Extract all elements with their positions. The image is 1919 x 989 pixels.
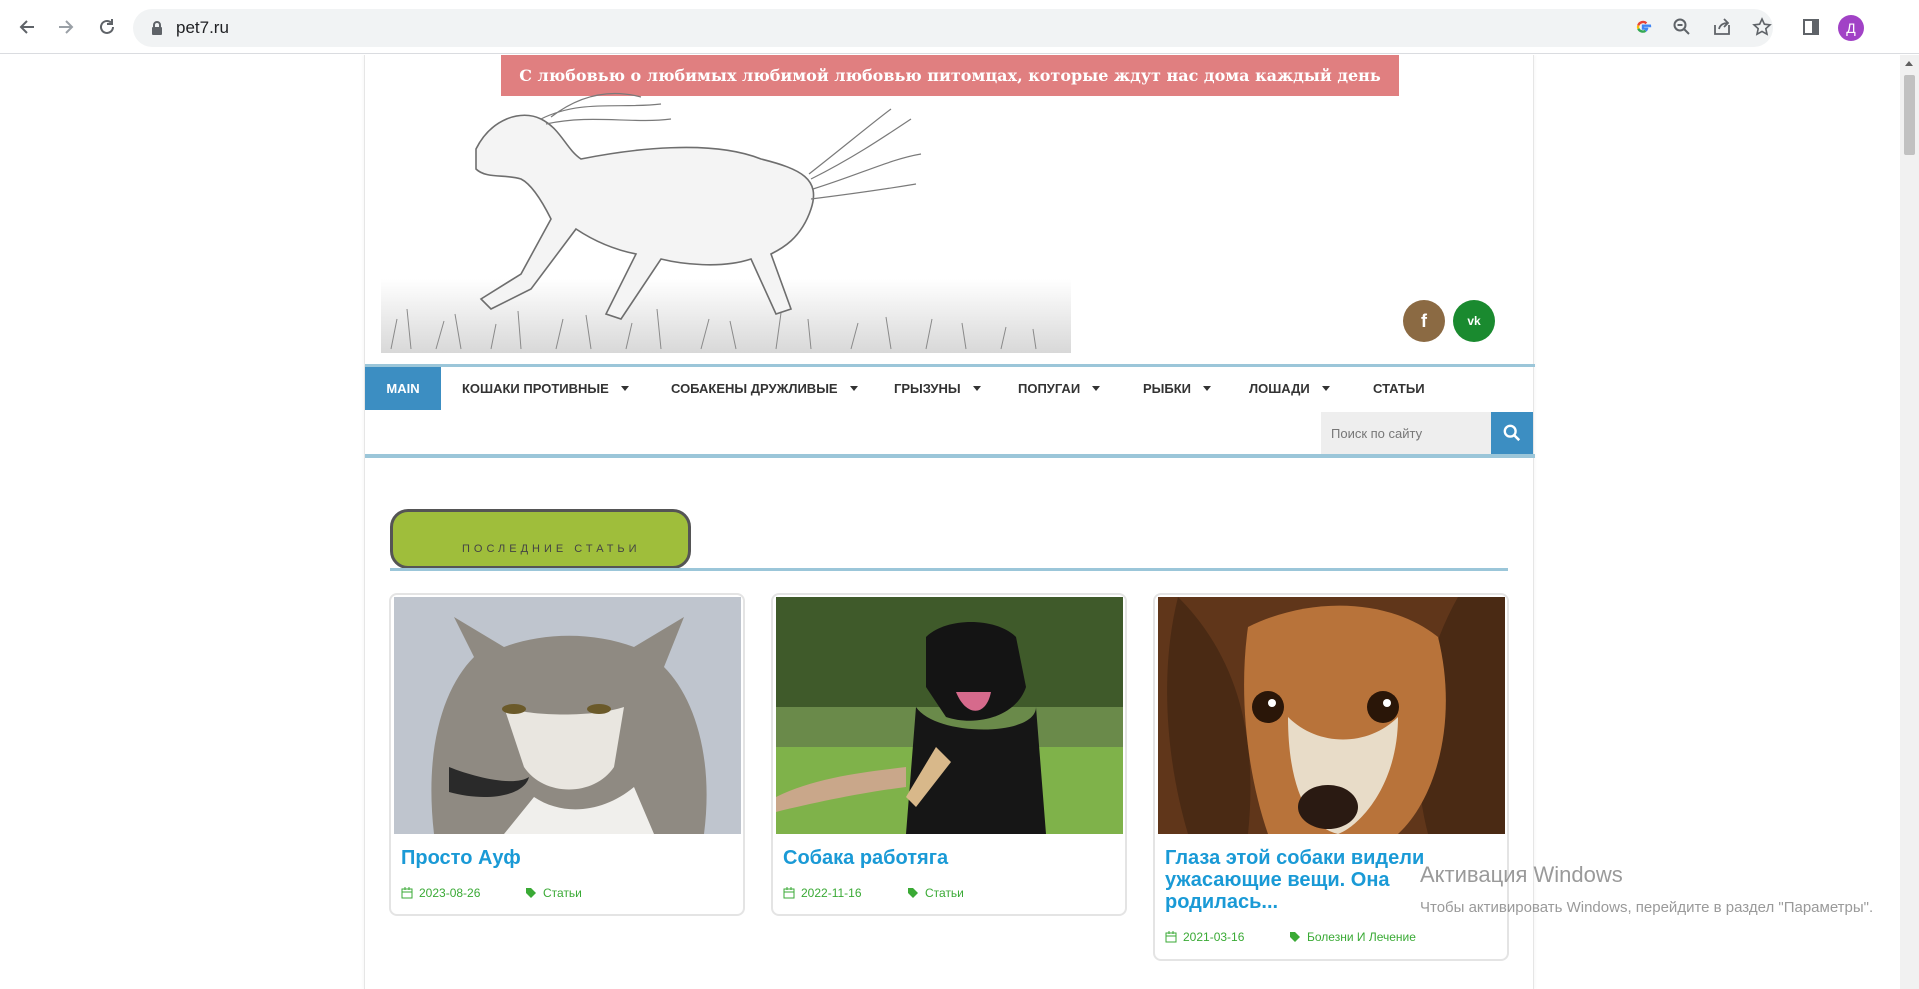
site-container: С любовью о любимых любимой любовью пито…: [364, 55, 1535, 989]
menu-item-dogs[interactable]: СОБАКЕНЫ ДРУЖЛИВЫЕ: [671, 367, 858, 410]
share-icon[interactable]: [1711, 16, 1733, 38]
star-icon[interactable]: [1751, 16, 1773, 38]
chevron-down-icon: [1203, 386, 1212, 391]
article-date-text: 2022-11-16: [801, 886, 862, 900]
article-card[interactable]: Собака работяга 2022-11-16 Статьи: [771, 593, 1127, 916]
page-scrollbar[interactable]: [1900, 55, 1919, 989]
article-category[interactable]: Статьи: [525, 886, 582, 900]
tag-icon: [1290, 932, 1300, 942]
menu-item-parrots[interactable]: ПОПУГАИ: [1018, 367, 1101, 410]
watermark-title: Активация Windows: [1420, 862, 1623, 887]
menu-label: КОШАКИ ПРОТИВНЫЕ: [462, 381, 609, 396]
chevron-down-icon: [1092, 386, 1101, 391]
chevron-down-icon: [849, 386, 858, 391]
address-bar[interactable]: [133, 9, 1773, 47]
horse-sketch-image: [381, 92, 1071, 353]
article-thumbnail[interactable]: [776, 597, 1123, 834]
section-title: ПОСЛЕДНИЕ СТАТЬИ: [462, 543, 641, 555]
calendar-icon: [401, 887, 413, 899]
menu-label: РЫБКИ: [1143, 381, 1192, 396]
menu-label: СТАТЬИ: [1373, 381, 1425, 396]
article-thumbnail[interactable]: [394, 597, 741, 834]
windows-activation-watermark: Активация Windows Чтобы активировать Win…: [1420, 862, 1880, 920]
article-category-link[interactable]: Болезни И Лечение: [1307, 930, 1416, 944]
menu-label: ГРЫЗУНЫ: [894, 381, 961, 396]
back-icon[interactable]: [12, 12, 42, 42]
tag-icon: [908, 888, 918, 898]
search-icon: [1503, 424, 1521, 442]
menu-label: MAIN: [386, 381, 420, 396]
menu-item-main[interactable]: MAIN: [365, 367, 441, 410]
menu-item-horses[interactable]: ЛОШАДИ: [1249, 367, 1330, 410]
main-menu: MAIN КОШАКИ ПРОТИВНЫЕ СОБАКЕНЫ ДРУЖЛИВЫЕ…: [365, 364, 1535, 410]
sidepanel-icon[interactable]: [1800, 16, 1822, 38]
article-date: 2022-11-16: [783, 886, 862, 900]
chevron-down-icon: [972, 386, 981, 391]
article-category[interactable]: Статьи: [907, 886, 964, 900]
google-icon[interactable]: [1632, 16, 1654, 38]
profile-avatar[interactable]: Д: [1838, 15, 1864, 41]
menu-item-articles[interactable]: СТАТЬИ: [1373, 367, 1425, 410]
menu-label: ПОПУГАИ: [1018, 381, 1081, 396]
article-date: 2021-03-16: [1165, 930, 1244, 944]
section-divider: [390, 568, 1508, 571]
chevron-down-icon: [1321, 386, 1330, 391]
menu-item-fish[interactable]: РЫБКИ: [1143, 367, 1212, 410]
scroll-up-icon[interactable]: [1905, 61, 1913, 66]
chevron-down-icon: [620, 386, 629, 391]
menu-label: СОБАКЕНЫ ДРУЖЛИВЫЕ: [671, 381, 838, 396]
article-card[interactable]: Просто Ауф 2023-08-26 Статьи: [389, 593, 745, 916]
facebook-icon[interactable]: f: [1403, 300, 1445, 342]
url-text[interactable]: pet7.ru: [176, 18, 229, 38]
article-title-link[interactable]: Собака работяга: [783, 847, 1118, 869]
article-category-link[interactable]: Статьи: [543, 886, 582, 900]
article-title-link[interactable]: Просто Ауф: [401, 847, 736, 869]
menu-label: ЛОШАДИ: [1249, 381, 1310, 396]
article-date-text: 2021-03-16: [1183, 930, 1245, 944]
forward-icon[interactable]: [51, 12, 81, 42]
vk-icon[interactable]: vk: [1453, 300, 1495, 342]
zoom-icon[interactable]: [1671, 16, 1693, 38]
article-date-text: 2023-08-26: [419, 886, 481, 900]
browser-toolbar: pet7.ru Д: [0, 0, 1919, 54]
tag-icon: [526, 888, 536, 898]
article-category-link[interactable]: Статьи: [925, 886, 964, 900]
menu-divider: [365, 454, 1535, 458]
calendar-icon: [1165, 931, 1177, 943]
watermark-text: Чтобы активировать Windows, перейдите в …: [1420, 899, 1874, 916]
reload-icon[interactable]: [92, 12, 122, 42]
page-viewport: С любовью о любимых любимой любовью пито…: [0, 55, 1900, 989]
calendar-icon: [783, 887, 795, 899]
article-thumbnail[interactable]: [1158, 597, 1505, 834]
menu-item-cats[interactable]: КОШАКИ ПРОТИВНЫЕ: [462, 367, 629, 410]
section-tab: [390, 509, 691, 569]
article-date: 2023-08-26: [401, 886, 480, 900]
menu-item-rodents[interactable]: ГРЫЗУНЫ: [894, 367, 981, 410]
scrollbar-thumb[interactable]: [1904, 75, 1915, 155]
search-input[interactable]: [1321, 412, 1491, 454]
lock-icon[interactable]: [150, 20, 164, 36]
search-button[interactable]: [1491, 412, 1533, 454]
article-category[interactable]: Болезни И Лечение: [1289, 930, 1416, 944]
